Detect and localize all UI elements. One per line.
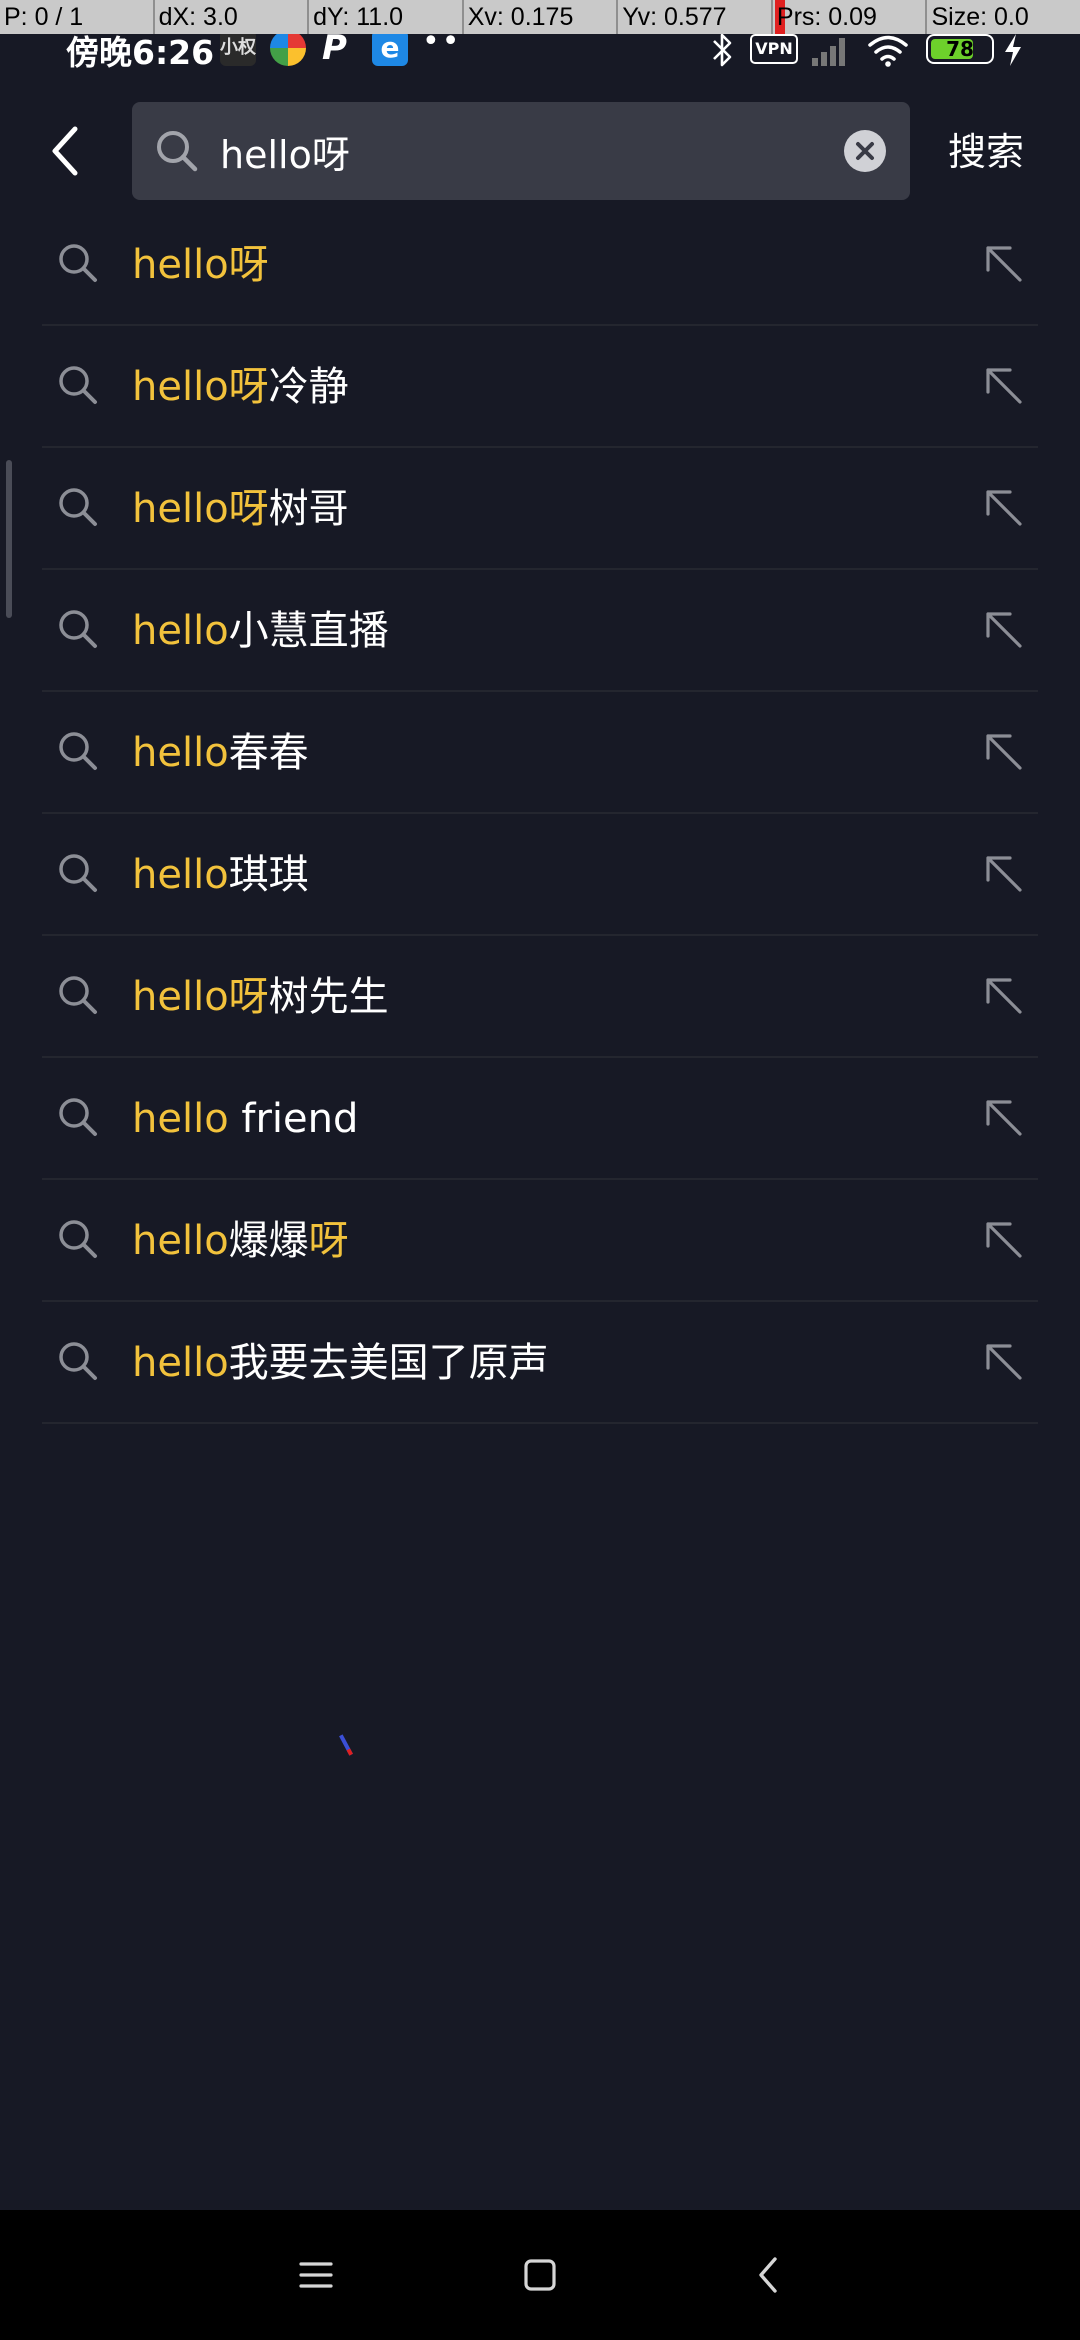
p-app-icon: P bbox=[322, 28, 347, 68]
home-icon bbox=[524, 2259, 556, 2291]
suggestion-item[interactable]: hello琪琪 bbox=[0, 814, 1080, 936]
wifi-icon bbox=[868, 35, 908, 67]
suggestion-text: hello我要去美国了原声 bbox=[132, 1302, 549, 1424]
suggestion-rest: 小慧直播 bbox=[228, 608, 389, 654]
pressure: Prs: 0.09 bbox=[773, 0, 928, 34]
search-icon bbox=[59, 244, 97, 282]
battery-icon: 78 bbox=[926, 34, 994, 64]
tag-app-icon: 小权 bbox=[220, 30, 256, 66]
suggestion-highlight: hello bbox=[132, 1096, 229, 1142]
home-button[interactable] bbox=[510, 2245, 570, 2305]
signal-icon bbox=[812, 38, 845, 66]
suggestion-item[interactable]: hello呀冷静 bbox=[0, 326, 1080, 448]
suggestion-rest: 冷静 bbox=[268, 364, 349, 410]
suggestion-text: hello呀 bbox=[132, 204, 269, 326]
touch-size: Size: 0.0 bbox=[931, 3, 1029, 31]
fill-query-arrow-icon[interactable] bbox=[978, 482, 1028, 532]
fill-query-arrow-icon[interactable] bbox=[978, 604, 1028, 654]
navigation-bar bbox=[0, 2210, 1080, 2340]
recent-apps-button[interactable] bbox=[286, 2245, 346, 2305]
search-icon bbox=[59, 488, 97, 526]
vpn-badge: VPN bbox=[750, 34, 798, 64]
suggestion-item[interactable]: hello我要去美国了原声 bbox=[0, 1302, 1080, 1424]
scrollbar[interactable] bbox=[6, 460, 12, 618]
fill-query-arrow-icon[interactable] bbox=[978, 1214, 1028, 1264]
search-icon bbox=[59, 610, 97, 648]
fill-query-arrow-icon[interactable] bbox=[978, 238, 1028, 288]
suggestion-rest: 春春 bbox=[228, 730, 309, 776]
suggestion-highlight: hello bbox=[132, 608, 229, 654]
suggestion-highlight: hello呀 bbox=[132, 486, 269, 532]
suggestion-rest: 树先生 bbox=[268, 974, 389, 1020]
touch-trace-mark bbox=[339, 1734, 353, 1756]
fill-query-arrow-icon[interactable] bbox=[978, 1092, 1028, 1142]
divider bbox=[42, 1422, 1038, 1424]
delta-x: dX: 3.0 bbox=[155, 0, 310, 34]
chevron-left-icon bbox=[52, 126, 78, 176]
suggestion-text: hello呀树先生 bbox=[132, 936, 389, 1058]
delta-y: dY: 11.0 bbox=[309, 0, 464, 34]
search-box[interactable] bbox=[132, 102, 910, 200]
search-icon bbox=[59, 366, 97, 404]
suggestion-list: hello呀 hello呀冷静 hello呀树哥 hello小慧直播 hello春春 he… bbox=[0, 204, 1080, 1424]
suggestion-rest: 爆爆 bbox=[228, 1218, 309, 1264]
menu-icon bbox=[299, 2262, 333, 2288]
back-icon bbox=[759, 2257, 777, 2293]
search-icon bbox=[59, 1098, 97, 1136]
search-icon bbox=[59, 854, 97, 892]
suggestion-highlight: hello bbox=[132, 730, 229, 776]
suggestion-text: hello呀冷静 bbox=[132, 326, 349, 448]
suggestion-item[interactable]: hello小慧直播 bbox=[0, 570, 1080, 692]
suggestion-item[interactable]: hello friend bbox=[0, 1058, 1080, 1180]
search-icon bbox=[59, 732, 97, 770]
fill-query-arrow-icon[interactable] bbox=[978, 970, 1028, 1020]
fill-query-arrow-icon[interactable] bbox=[978, 726, 1028, 776]
suggestion-highlight: 呀 bbox=[308, 1218, 349, 1264]
search-icon bbox=[59, 1342, 97, 1380]
suggestion-text: hello呀树哥 bbox=[132, 448, 349, 570]
close-icon bbox=[856, 142, 874, 160]
clear-search-button[interactable] bbox=[844, 130, 886, 172]
edge-app-icon: e bbox=[372, 30, 408, 66]
suggestion-item[interactable]: hello春春 bbox=[0, 692, 1080, 814]
suggestion-item[interactable]: hello呀树哥 bbox=[0, 448, 1080, 570]
search-button[interactable]: 搜索 bbox=[948, 122, 1024, 182]
suggestion-highlight: hello bbox=[132, 852, 229, 898]
suggestion-text: hello爆爆呀 bbox=[132, 1180, 349, 1302]
pointer-count: P: 0 / 1 bbox=[0, 0, 155, 34]
suggestion-item[interactable]: hello呀树先生 bbox=[0, 936, 1080, 1058]
suggestion-rest: 琪琪 bbox=[228, 852, 309, 898]
suggestion-text: hello小慧直播 bbox=[132, 570, 389, 692]
suggestion-rest: 树哥 bbox=[268, 486, 349, 532]
suggestion-highlight: hello bbox=[132, 1340, 229, 1386]
suggestion-highlight: hello呀 bbox=[132, 974, 269, 1020]
search-input[interactable] bbox=[220, 102, 760, 200]
suggestion-rest: friend bbox=[228, 1096, 359, 1142]
fill-query-arrow-icon[interactable] bbox=[978, 360, 1028, 410]
suggestion-text: hello琪琪 bbox=[132, 814, 309, 936]
fill-query-arrow-icon[interactable] bbox=[978, 1336, 1028, 1386]
suggestion-highlight: hello bbox=[132, 1218, 229, 1264]
system-back-button[interactable] bbox=[738, 2245, 798, 2305]
pointer-debug-overlay: P: 0 / 1 dX: 3.0 dY: 11.0 Xv: 0.175 Yv: … bbox=[0, 0, 1080, 34]
search-icon bbox=[59, 1220, 97, 1258]
velocity-x: Xv: 0.175 bbox=[464, 0, 619, 34]
back-button[interactable] bbox=[38, 118, 92, 184]
search-icon bbox=[157, 131, 198, 172]
search-icon bbox=[59, 976, 97, 1014]
velocity-y: Yv: 0.577 bbox=[618, 0, 773, 34]
color-ring-app-icon bbox=[270, 30, 306, 66]
suggestion-highlight: hello呀 bbox=[132, 242, 269, 288]
suggestion-text: hello friend bbox=[132, 1058, 358, 1180]
suggestion-rest: 我要去美国了原声 bbox=[228, 1340, 549, 1386]
suggestion-highlight: hello呀 bbox=[132, 364, 269, 410]
suggestion-item[interactable]: hello呀 bbox=[0, 204, 1080, 326]
battery-percentage: 78 bbox=[946, 37, 974, 61]
bluetooth-icon bbox=[713, 33, 732, 67]
suggestion-item[interactable]: hello爆爆呀 bbox=[0, 1180, 1080, 1302]
suggestion-text: hello春春 bbox=[132, 692, 309, 814]
fill-query-arrow-icon[interactable] bbox=[978, 848, 1028, 898]
charging-icon bbox=[1005, 34, 1021, 66]
